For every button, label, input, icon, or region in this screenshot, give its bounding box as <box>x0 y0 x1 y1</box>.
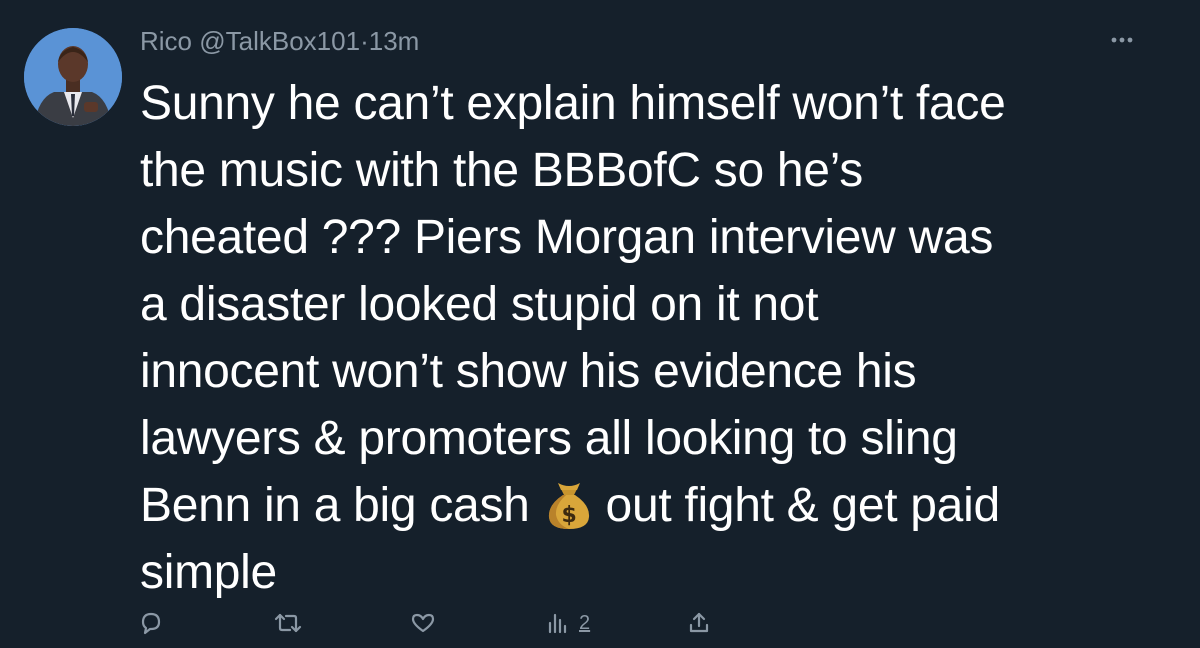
views-button[interactable]: 2 <box>545 605 590 641</box>
tweet-text-segment: Benn in a big cash <box>140 479 530 532</box>
avatar[interactable] <box>24 28 122 126</box>
tweet-time[interactable]: 13m <box>369 26 420 56</box>
tweet-text-line: innocent won’t show his evidence his <box>140 345 917 398</box>
reply-icon <box>141 612 161 635</box>
tweet-text-line-with-emoji: Benn in a big cash $ out fight & get paid <box>140 472 1160 539</box>
like-button[interactable] <box>410 605 436 641</box>
heart-icon <box>411 613 435 633</box>
retweet-icon <box>274 613 302 633</box>
author-handle[interactable]: @TalkBox101 <box>199 26 360 56</box>
tweet-text: Sunny he can’t explain himself won’t fac… <box>140 70 1160 606</box>
more-options-button[interactable] <box>1102 28 1142 52</box>
tweet-text-line: cheated ??? Piers Morgan interview was <box>140 211 994 264</box>
author-name[interactable]: Rico <box>140 26 192 56</box>
tweet-text-line: lawyers & promoters all looking to sling <box>140 412 958 465</box>
money-bag-icon: $ <box>544 477 594 531</box>
meta-separator: · <box>360 26 369 56</box>
retweet-button[interactable] <box>274 605 302 641</box>
share-icon <box>689 612 709 633</box>
tweet-text-line: Sunny he can’t explain himself won’t fac… <box>140 77 1006 130</box>
tweet-text-segment: out fight & get paid <box>605 479 1001 532</box>
tweet-actions: 2 <box>0 605 1200 641</box>
avatar-image <box>24 28 122 126</box>
more-icon <box>1111 37 1133 43</box>
tweet-text-line: simple <box>140 546 277 599</box>
reply-button[interactable] <box>138 605 164 641</box>
tweet-text-line: a disaster looked stupid on it not <box>140 278 819 331</box>
views-icon <box>548 613 567 634</box>
svg-text:$: $ <box>561 503 576 528</box>
tweet-header: Rico @TalkBox101·13m <box>140 26 419 57</box>
share-button[interactable] <box>686 605 712 641</box>
tweet-text-line: the music with the BBBofC so he’s <box>140 144 863 197</box>
views-count: 2 <box>579 611 591 634</box>
